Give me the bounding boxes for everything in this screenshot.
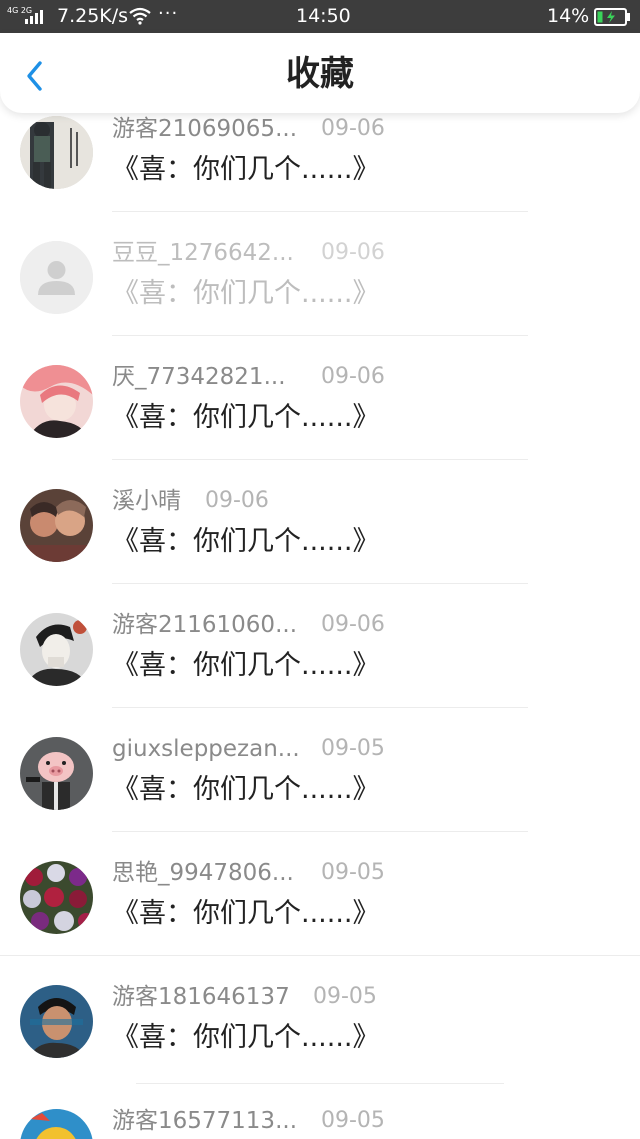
divider — [0, 955, 640, 956]
username: 游客21069065... — [112, 116, 297, 142]
avatar — [20, 365, 93, 438]
list-item[interactable]: 思艳_9947806... 09-05 《喜：你们几个......》 — [0, 851, 640, 975]
header: 收藏 — [0, 33, 640, 113]
list-item[interactable]: 游客21069065... 09-06 《喜：你们几个......》 — [0, 107, 640, 231]
username: 游客181646137 — [112, 984, 290, 1010]
avatar — [20, 985, 93, 1058]
divider — [112, 583, 528, 584]
date: 09-05 — [313, 984, 377, 1009]
list-item[interactable]: giuxsleppezan... 09-05 《喜：你们几个......》 — [0, 727, 640, 851]
username: 豆豆_1276642... — [112, 240, 294, 266]
username: 溪小晴 — [112, 488, 181, 514]
page-title: 收藏 — [286, 54, 354, 94]
date: 09-06 — [321, 612, 385, 637]
username: giuxsleppezan... — [112, 736, 300, 762]
divider — [112, 335, 528, 336]
item-title: 《喜：你们几个......》 — [112, 898, 380, 929]
list-item[interactable]: 游客21161060... 09-06 《喜：你们几个......》 — [0, 603, 640, 727]
avatar — [20, 489, 93, 562]
default-user-icon — [20, 241, 93, 314]
divider — [112, 211, 528, 212]
date: 09-05 — [321, 860, 385, 885]
date: 09-05 — [321, 1108, 385, 1133]
avatar — [20, 861, 93, 934]
username: 厌_77342821... — [112, 364, 286, 390]
username: 思艳_9947806... — [112, 860, 294, 886]
list-item[interactable]: 厌_77342821... 09-06 《喜：你们几个......》 — [0, 355, 640, 479]
list-item[interactable]: 游客181646137 09-05 《喜：你们几个......》 — [0, 975, 640, 1099]
battery-charging-icon — [594, 8, 630, 26]
avatar — [20, 241, 93, 314]
list-item[interactable]: 豆豆_1276642... 09-06 《喜：你们几个......》 — [0, 231, 640, 355]
avatar — [20, 737, 93, 810]
date: 09-06 — [321, 364, 385, 389]
status-bar: 4G 2G 7.25K/s ··· 14:50 14% — [0, 0, 640, 33]
network-speed: 7.25K/s — [57, 5, 129, 27]
list-item[interactable]: 游客16577113... 09-05 — [0, 1099, 640, 1139]
item-title: 《喜：你们几个......》 — [112, 774, 380, 805]
item-title: 《喜：你们几个......》 — [112, 526, 380, 557]
battery-percent: 14% — [547, 5, 590, 27]
divider — [112, 831, 528, 832]
date: 09-05 — [321, 736, 385, 761]
avatar — [20, 613, 93, 686]
wifi-icon — [129, 7, 151, 25]
item-title: 《喜：你们几个......》 — [112, 278, 380, 309]
item-title: 《喜：你们几个......》 — [112, 650, 380, 681]
divider — [136, 1083, 504, 1084]
signal-icon: 4G 2G — [7, 6, 49, 26]
item-title: 《喜：你们几个......》 — [112, 402, 380, 433]
item-title: 《喜：你们几个......》 — [112, 154, 380, 185]
avatar — [20, 116, 93, 189]
date: 09-06 — [321, 240, 385, 265]
divider — [112, 707, 528, 708]
avatar — [20, 1109, 93, 1139]
date: 09-06 — [321, 116, 385, 141]
more-notifications-icon: ··· — [158, 3, 179, 24]
date: 09-06 — [205, 488, 269, 513]
username: 游客16577113... — [112, 1108, 297, 1134]
clock: 14:50 — [296, 5, 351, 27]
divider — [112, 459, 528, 460]
username: 游客21161060... — [112, 612, 297, 638]
list-item[interactable]: 溪小晴 09-06 《喜：你们几个......》 — [0, 479, 640, 603]
item-title: 《喜：你们几个......》 — [112, 1022, 380, 1053]
